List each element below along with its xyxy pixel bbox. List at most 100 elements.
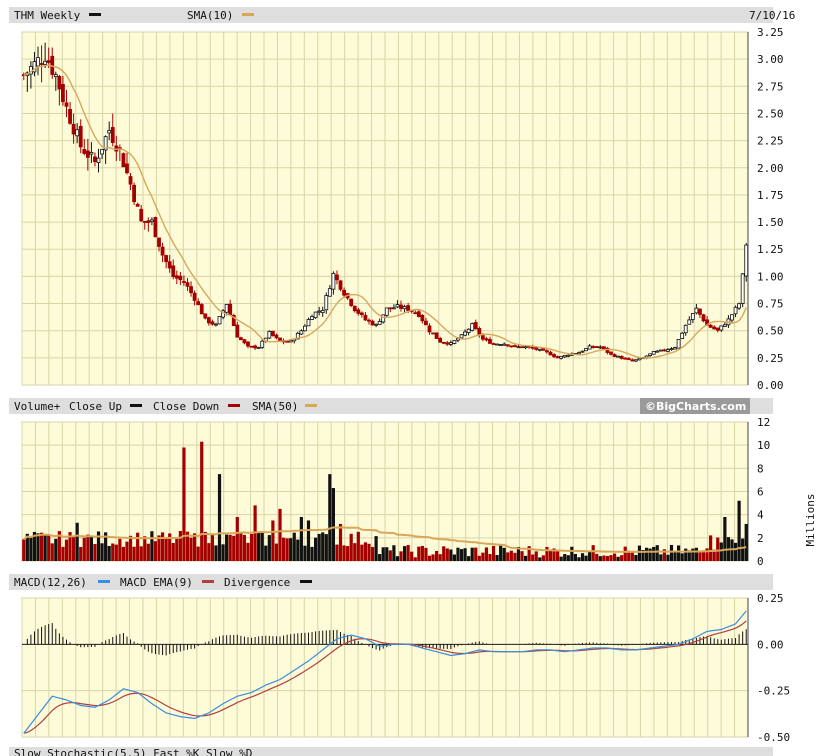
price-candle bbox=[146, 220, 151, 223]
price-tick-label: 0.75 bbox=[757, 298, 784, 311]
volume-bar bbox=[733, 542, 738, 561]
price-candle bbox=[274, 334, 279, 339]
volume-bar bbox=[107, 545, 111, 561]
volume-bar bbox=[242, 534, 247, 561]
price-candle bbox=[630, 359, 635, 362]
price-candle bbox=[171, 265, 176, 278]
price-candle bbox=[71, 123, 76, 135]
volume-bar bbox=[61, 546, 65, 561]
volume-label: Volume+ bbox=[14, 400, 61, 413]
price-candle bbox=[260, 340, 265, 348]
price-candle bbox=[238, 337, 243, 341]
volume-bar bbox=[118, 538, 122, 561]
price-candle bbox=[85, 150, 90, 158]
volume-bar bbox=[64, 539, 69, 561]
price-candle bbox=[416, 311, 421, 317]
price-candle bbox=[406, 305, 411, 311]
sma10-legend-swatch bbox=[242, 13, 254, 16]
price-candle bbox=[384, 307, 389, 316]
volume-bar bbox=[160, 532, 165, 561]
price-candle bbox=[192, 292, 197, 301]
price-candle bbox=[78, 125, 83, 148]
volume-bar bbox=[634, 554, 638, 561]
volume-bar bbox=[623, 546, 627, 561]
price-panel: 3.25 3.00 2.75 2.50 2.25 2.00 1.75 1.50 1.25 1.00… bbox=[21, 26, 784, 392]
volume-bar bbox=[246, 542, 250, 561]
volume-bar bbox=[723, 516, 727, 561]
price-candle bbox=[303, 325, 307, 332]
volume-bar bbox=[406, 545, 410, 561]
price-candle bbox=[359, 312, 364, 315]
price-candle bbox=[694, 307, 699, 314]
volume-bar bbox=[128, 535, 133, 561]
volume-bar bbox=[207, 543, 211, 561]
volume-bar bbox=[314, 537, 318, 561]
volume-bar bbox=[506, 552, 510, 561]
price-candle bbox=[673, 347, 677, 350]
volume-bar bbox=[545, 546, 549, 561]
volume-bar bbox=[495, 555, 499, 561]
volume-bar bbox=[132, 546, 136, 561]
macd-swatch bbox=[98, 580, 110, 583]
volume-bar bbox=[467, 556, 471, 561]
price-candle bbox=[317, 310, 322, 313]
price-candle bbox=[448, 342, 453, 345]
price-candle bbox=[424, 320, 428, 326]
volume-bar bbox=[267, 535, 271, 561]
volume-bar bbox=[146, 543, 150, 561]
price-candle bbox=[740, 273, 745, 304]
price-tick-label: 2.50 bbox=[757, 107, 784, 120]
volume-bar bbox=[385, 547, 389, 561]
price-header-bar bbox=[9, 7, 773, 23]
price-candle bbox=[178, 275, 183, 281]
sma50-label: SMA(50) bbox=[252, 400, 298, 413]
volume-bar bbox=[82, 537, 86, 561]
ticker-legend-swatch bbox=[89, 13, 101, 16]
volume-axis-title: Millions bbox=[804, 494, 817, 547]
price-candle bbox=[217, 316, 222, 325]
price-candle bbox=[651, 351, 656, 355]
volume-bar bbox=[328, 474, 332, 561]
price-candle bbox=[39, 63, 44, 65]
price-candle bbox=[199, 304, 204, 315]
volume-bar bbox=[353, 543, 357, 561]
volume-bar bbox=[620, 555, 624, 561]
price-candle bbox=[210, 321, 215, 325]
volume-bar bbox=[47, 534, 51, 561]
volume-bar bbox=[232, 535, 236, 561]
price-candle bbox=[61, 84, 65, 103]
stoch-label: Slow Stochastic(5,5) Fast %K Slow %D bbox=[14, 747, 252, 756]
volume-bar bbox=[705, 548, 709, 561]
volume-bar bbox=[417, 546, 421, 561]
volume-bar bbox=[477, 555, 481, 561]
volume-bar bbox=[182, 447, 186, 561]
price-candle bbox=[512, 345, 517, 347]
macd-label: MACD(12,26) bbox=[14, 576, 87, 589]
price-candle bbox=[658, 349, 663, 352]
volume-bar bbox=[691, 548, 695, 561]
volume-bar bbox=[306, 520, 311, 561]
volume-bar bbox=[125, 541, 129, 561]
price-candle bbox=[363, 314, 368, 321]
volume-bar bbox=[121, 546, 126, 561]
macd-tick-label: -0.50 bbox=[757, 731, 790, 744]
volume-bar bbox=[228, 534, 232, 561]
volume-bar bbox=[203, 531, 207, 561]
volume-bar bbox=[580, 553, 585, 561]
price-candle bbox=[288, 340, 293, 343]
volume-bar bbox=[39, 532, 44, 561]
price-candle bbox=[185, 282, 190, 287]
volume-bar bbox=[588, 550, 592, 561]
price-candle bbox=[310, 316, 314, 320]
price-candle bbox=[484, 338, 489, 341]
volume-bar bbox=[595, 553, 599, 561]
price-candle bbox=[224, 303, 229, 313]
price-candle bbox=[331, 272, 336, 290]
macd-tick-label: 0.25 bbox=[757, 592, 784, 605]
price-candle bbox=[584, 348, 588, 352]
price-candle bbox=[701, 314, 706, 322]
price-candle bbox=[374, 323, 379, 326]
price-candle bbox=[246, 341, 250, 347]
price-candle bbox=[153, 217, 158, 238]
price-candle bbox=[708, 324, 713, 328]
